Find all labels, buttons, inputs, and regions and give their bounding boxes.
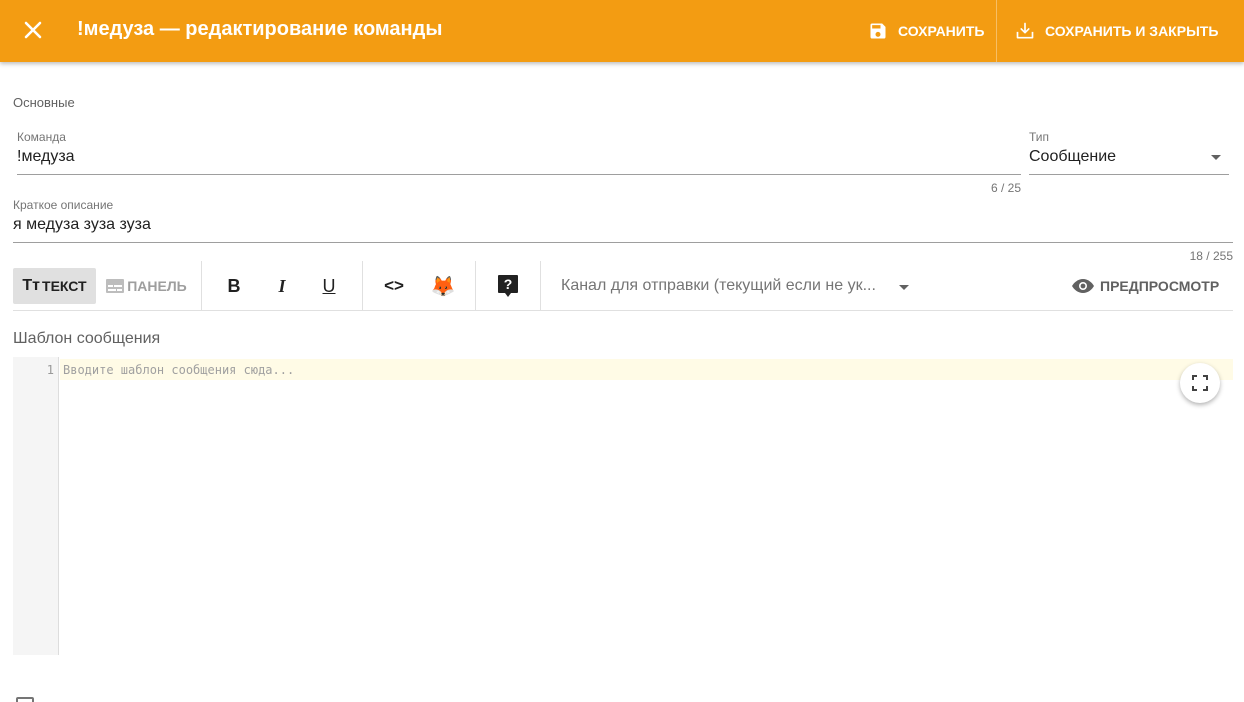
line-number: 1 (46, 363, 54, 377)
command-field-underline (17, 174, 1021, 175)
emoji-fox-button[interactable]: 🦊 (425, 268, 461, 304)
fullscreen-icon (1192, 375, 1208, 391)
help-bubble-icon: ? (498, 275, 518, 297)
option-checkbox[interactable] (16, 697, 34, 702)
dropdown-arrow-icon (899, 285, 909, 290)
page-title: !медуза — редактирование команды (77, 18, 443, 40)
line-number-gutter: 1 (13, 357, 59, 655)
toolbar-separator (201, 261, 202, 311)
fullscreen-button[interactable] (1180, 363, 1220, 403)
type-select-underline (1029, 174, 1229, 175)
type-field-label: Тип (1029, 130, 1050, 144)
close-icon[interactable] (20, 17, 46, 43)
text-mode-label: ТЕКСТ (42, 278, 87, 294)
preview-button[interactable]: ПРЕДПРОСМОТР (1071, 268, 1219, 304)
command-char-counter: 6 / 25 (990, 181, 1021, 195)
toolbar-separator (540, 261, 541, 311)
save-button-label: СОХРАНИТЬ (898, 23, 985, 39)
save-and-close-button[interactable]: СОХРАНИТЬ И ЗАКРЫТЬ (1015, 0, 1218, 62)
eye-icon (1072, 279, 1094, 293)
panel-mode-button[interactable]: ПАНЕЛЬ (104, 268, 188, 304)
svg-text:?: ? (504, 276, 513, 292)
editor-label: Шаблон сообщения (13, 330, 161, 347)
editor-placeholder: Вводите шаблон сообщения сюда... (63, 363, 295, 377)
template-editor[interactable]: 1 Вводите шаблон сообщения сюда... (13, 357, 1233, 655)
description-field-underline (13, 242, 1233, 243)
channel-select-placeholder: Канал для отправки (текущий если не ук..… (561, 277, 876, 294)
channel-select[interactable]: Канал для отправки (текущий если не ук..… (561, 275, 917, 299)
dropdown-arrow-icon (1211, 155, 1221, 160)
toolbar-separator (362, 261, 363, 311)
download-tray-icon (1016, 22, 1034, 39)
code-button[interactable]: <> (376, 268, 412, 304)
bold-button[interactable]: B (216, 268, 252, 304)
description-field-label: Краткое описание (13, 198, 114, 212)
panel-mode-label: ПАНЕЛЬ (127, 278, 187, 294)
save-button[interactable]: СОХРАНИТЬ (868, 0, 984, 62)
section-label: Основные (13, 95, 75, 110)
save-and-close-label: СОХРАНИТЬ И ЗАКРЫТЬ (1045, 23, 1219, 39)
preview-label: ПРЕДПРОСМОТР (1100, 278, 1220, 294)
command-field[interactable]: !медуза (17, 148, 1017, 172)
toolbar-divider (996, 0, 997, 62)
top-app-bar: !медуза — редактирование команды СОХРАНИ… (0, 0, 1244, 62)
text-format-icon: Tт (22, 277, 41, 294)
floppy-disk-icon (870, 23, 886, 39)
toolbar-separator (475, 261, 476, 311)
editor-toolbar: Tт ТЕКСТ ПАНЕЛЬ B I U <> 🦊 ? Канал для о… (13, 261, 1233, 311)
panel-icon (106, 279, 125, 293)
underline-button[interactable]: U (311, 268, 347, 304)
description-field[interactable]: я медуза зуза зуза (13, 216, 1228, 240)
italic-button[interactable]: I (264, 268, 300, 304)
type-select[interactable]: Сообщение (1029, 148, 1229, 172)
command-field-label: Команда (17, 130, 66, 144)
help-button[interactable]: ? (490, 268, 526, 304)
text-mode-button[interactable]: Tт ТЕКСТ (13, 268, 96, 304)
